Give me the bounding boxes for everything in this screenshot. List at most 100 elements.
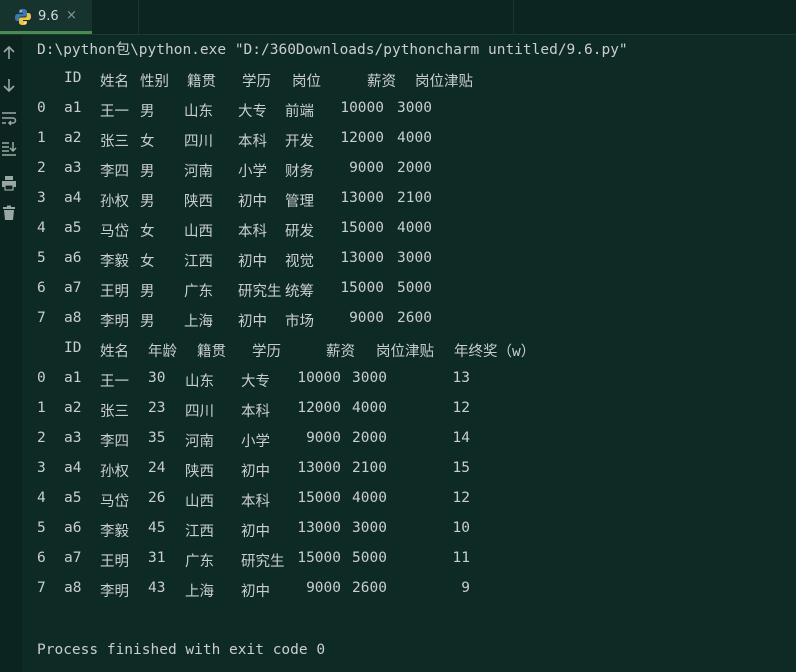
table-cell: 12 [452,400,470,416]
table-cell: 研究生 [238,284,282,300]
row-index: 3 [37,460,46,476]
python-icon [15,9,31,25]
dataframe-row: 7 a8 李明男 上海 初中 市场 9000 2600 [37,310,796,340]
row-index: 3 [37,190,46,206]
table-cell: 24 [148,460,166,476]
table-cell: 12000 [340,130,384,146]
row-index: 6 [37,550,46,566]
table-cell: 30 [148,370,166,386]
column-header: ID [64,340,82,356]
table-cell: 9 [461,580,470,596]
console-command-line: D:\python包\python.exe "D:/360Downloads/p… [37,42,628,58]
dataframe-row: 5 a6 李毅 45 江西 初中 13000 3000 10 [37,520,796,550]
tab-separator [138,0,139,34]
table-cell: a4 [64,190,82,206]
table-cell: 初中 [241,464,270,480]
table-cell: 研发 [285,224,314,240]
print-icon[interactable] [1,175,17,191]
column-header: 姓名 [100,344,129,360]
table-cell: a7 [64,280,82,296]
dataframe-row: 0 a1 王一男 山东 大专 前端 10000 3000 [37,100,796,130]
column-header: ID [64,70,82,86]
arrow-down-icon[interactable] [1,77,17,93]
row-index: 2 [37,430,46,446]
table-cell: 初中 [238,194,267,210]
table-cell: 3000 [352,370,387,386]
table-cell: a2 [64,130,82,146]
table-cell: 统筹 [285,284,314,300]
dataframe-output-1: ID 姓名 性别 籍贯 学历 岗位 薪资 岗位津贴 0 a1 王一男 山东 大专 前端 10000 3000 1… [37,70,796,340]
soft-wrap-icon[interactable] [1,110,17,126]
table-cell: 江西 [185,524,214,540]
table-cell: 本科 [241,404,270,420]
tab-9-6[interactable]: 9.6 × [0,0,92,34]
column-header: 学历 [242,74,271,90]
table-cell: a3 [64,160,82,176]
column-header: 性别 [140,74,169,90]
table-cell: 马岱 [100,224,129,240]
table-cell: 2100 [397,190,432,206]
table-cell: 9000 [349,160,384,176]
table-cell: 初中 [238,314,267,330]
row-index: 7 [37,310,46,326]
run-console-output[interactable]: D:\python包\python.exe "D:/360Downloads/p… [37,40,796,670]
table-cell: 四川 [185,404,214,420]
row-index: 2 [37,160,46,176]
table-cell: 12000 [297,400,341,416]
table-cell: 5000 [397,280,432,296]
arrow-up-icon[interactable] [1,45,17,61]
table-cell: 初中 [241,524,270,540]
tab-separator [513,0,514,34]
table-cell: 初中 [241,584,270,600]
column-header: 籍贯 [187,74,216,90]
table-cell: 2000 [397,160,432,176]
column-header: 岗位津贴 [415,74,473,90]
table-cell: 4000 [397,220,432,236]
table-cell: 李明 [100,584,129,600]
close-icon[interactable]: × [66,8,77,23]
table-cell: 李明 [100,314,129,330]
column-header: 岗位 [292,74,321,90]
column-header: 年龄 [148,344,177,360]
dataframe-row: 3 a4 孙权 24 陕西 初中 13000 2100 15 [37,460,796,490]
table-cell: 男 [140,194,155,210]
trash-icon[interactable] [1,205,17,221]
row-index: 1 [37,130,46,146]
table-cell: 15000 [297,490,341,506]
table-cell: 上海 [184,314,213,330]
table-cell: 孙权 [100,194,129,210]
table-cell: a5 [64,490,82,506]
table-cell: 3000 [397,250,432,266]
dataframe-row: 7 a8 李明 43 上海 初中 9000 2600 9 [37,580,796,610]
table-cell: 10000 [297,370,341,386]
table-cell: 10000 [340,100,384,116]
table-cell: 男 [140,104,155,120]
table-cell: 13000 [297,520,341,536]
table-cell: 45 [148,520,166,536]
table-cell: 13000 [340,190,384,206]
table-cell: a6 [64,250,82,266]
table-cell: 王一 [100,104,129,120]
table-cell: 管理 [285,194,314,210]
table-cell: 26 [148,490,166,506]
table-cell: 13 [452,370,470,386]
dataframe-header-row: ID 姓名 性别 籍贯 学历 岗位 薪资 岗位津贴 [37,70,796,100]
row-index: 7 [37,580,46,596]
table-cell: 大专 [238,104,267,120]
dataframe-row: 1 a2 张三女 四川 本科 开发 12000 4000 [37,130,796,160]
dataframe-row: 6 a7 王明 31 广东 研究生 15000 5000 11 [37,550,796,580]
table-cell: 张三 [100,404,129,420]
table-cell: 视觉 [285,254,314,270]
row-index: 5 [37,520,46,536]
row-index: 6 [37,280,46,296]
scroll-to-end-icon[interactable] [1,140,17,156]
table-cell: 初中 [238,254,267,270]
table-cell: 4000 [397,130,432,146]
table-cell: a3 [64,430,82,446]
table-cell: a7 [64,550,82,566]
table-cell: 前端 [285,104,314,120]
table-cell: 15000 [297,550,341,566]
table-cell: 13000 [297,460,341,476]
dataframe-row: 4 a5 马岱 26 山西 本科 15000 4000 12 [37,490,796,520]
